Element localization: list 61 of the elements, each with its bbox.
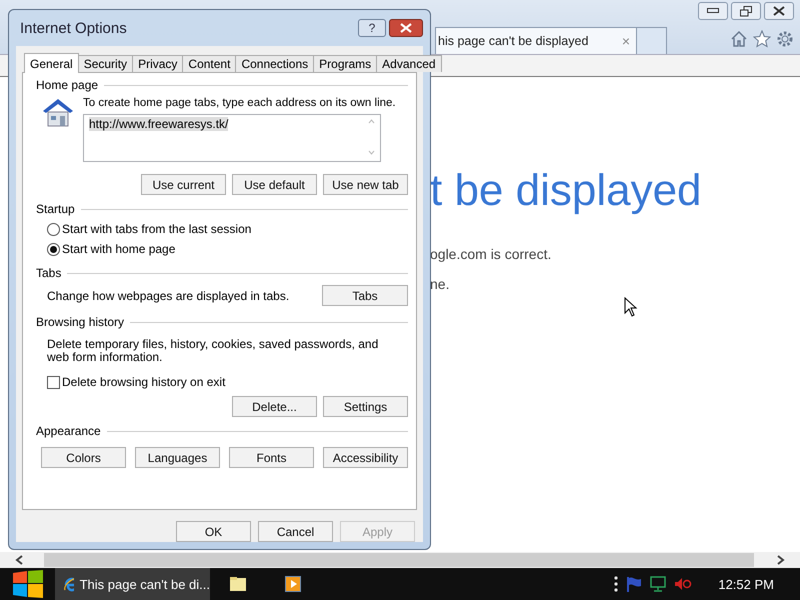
- browser-tab[interactable]: his page can't be displayed ×: [435, 27, 637, 54]
- home-icon[interactable]: [730, 30, 748, 48]
- horizontal-scrollbar[interactable]: [0, 552, 800, 568]
- dialog-title: Internet Options: [20, 20, 127, 36]
- folder-icon[interactable]: [230, 577, 246, 591]
- media-player-icon[interactable]: [284, 576, 300, 592]
- appearance-button[interactable]: Accessibility: [323, 447, 408, 468]
- dialog-footer-button[interactable]: OK: [176, 521, 251, 542]
- error-text: ne.: [430, 276, 450, 292]
- star-icon[interactable]: [753, 30, 771, 48]
- more-dots-icon[interactable]: [614, 576, 618, 592]
- home-page-address-field[interactable]: http://www.freewaresys.tk/: [83, 114, 381, 162]
- dialog-footer-button[interactable]: Cancel: [258, 521, 333, 542]
- dialog-tab[interactable]: Connections: [235, 55, 314, 72]
- dialog-tab[interactable]: General: [24, 53, 79, 73]
- section-heading: Startup: [36, 202, 75, 216]
- section-heading: Tabs: [36, 266, 62, 280]
- appearance-button[interactable]: Colors: [41, 447, 126, 468]
- help-button[interactable]: ?: [358, 19, 386, 37]
- home-page-description: To create home page tabs, type each address on its own line.: [83, 97, 397, 109]
- history-button[interactable]: Settings: [323, 396, 408, 417]
- error-heading: t be displayed: [430, 166, 703, 216]
- close-button[interactable]: [389, 19, 423, 37]
- appearance-button[interactable]: Languages: [135, 447, 220, 468]
- appearance-button[interactable]: Fonts: [229, 447, 314, 468]
- dialog-tab[interactable]: Privacy: [132, 55, 184, 72]
- home-page-button[interactable]: Use new tab: [323, 174, 408, 195]
- startup-radio-option[interactable]: Start with tabs from the last session: [47, 221, 252, 237]
- scrollbar-arrows-icon: [368, 117, 375, 157]
- home-page-button[interactable]: Use current: [141, 174, 226, 195]
- home-page-button[interactable]: Use default: [232, 174, 317, 195]
- error-text: ogle.com is correct.: [430, 246, 552, 262]
- network-monitor-icon[interactable]: [650, 576, 666, 592]
- browsing-history-description: Delete temporary files, history, cookies, saved passwords, and web form information.: [47, 338, 380, 364]
- flag-icon[interactable]: [626, 576, 642, 592]
- settings-icon[interactable]: [776, 30, 794, 48]
- tab-title[interactable]: his page can't be displayed: [438, 34, 588, 48]
- browser-e-icon: [63, 575, 74, 593]
- dialog-tab[interactable]: Advanced: [376, 55, 442, 72]
- dialog-tab[interactable]: Content: [182, 55, 236, 72]
- taskbar-window-title: This page can't be di...: [80, 576, 210, 592]
- delete-on-exit-checkbox[interactable]: Delete browsing history on exit: [47, 374, 408, 390]
- mouse-pointer-icon: [624, 297, 638, 317]
- section-heading: Browsing history: [36, 315, 124, 329]
- url-text: http://www.freewaresys.tk/: [89, 117, 228, 131]
- section-heading: Home page: [36, 78, 98, 92]
- section-heading: Appearance: [36, 424, 101, 438]
- house-icon: [41, 97, 75, 127]
- clock[interactable]: 12:52 PM: [718, 576, 774, 592]
- history-button[interactable]: Delete...: [232, 396, 317, 417]
- start-logo-icon[interactable]: [12, 570, 44, 598]
- restore-icon[interactable]: [731, 2, 761, 20]
- tabs-button[interactable]: Tabs: [322, 285, 408, 306]
- dialog-tab[interactable]: Security: [78, 55, 134, 72]
- startup-radio-option[interactable]: Start with home page: [47, 241, 176, 257]
- minimize-icon[interactable]: [698, 2, 728, 20]
- taskbar-window-button[interactable]: This page can't be di...: [55, 568, 210, 600]
- dialog-tab[interactable]: Programs: [313, 55, 378, 72]
- tabs-description: Change how webpages are displayed in tabs.: [47, 288, 290, 302]
- close-icon[interactable]: [764, 2, 794, 20]
- speaker-muted-icon[interactable]: [674, 577, 692, 591]
